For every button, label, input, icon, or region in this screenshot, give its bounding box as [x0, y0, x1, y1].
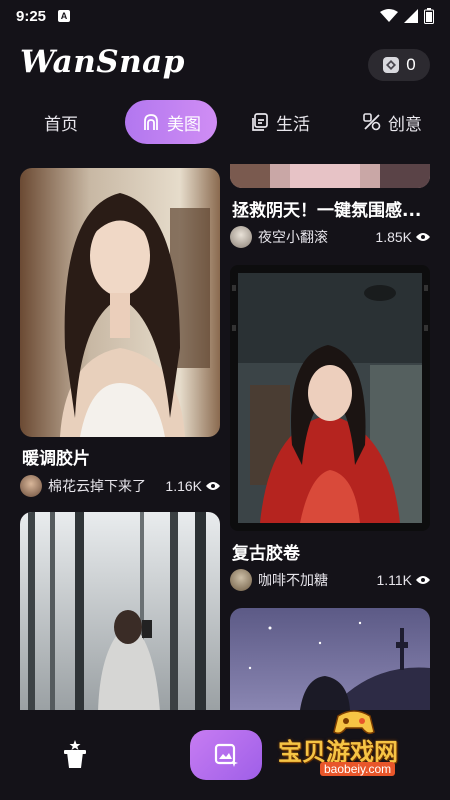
tab-life[interactable]: 生活 [250, 100, 310, 144]
night-city-photo [230, 608, 430, 710]
tab-label: 生活 [276, 114, 310, 135]
post-image-retro-film[interactable] [230, 265, 430, 531]
eye-icon [416, 233, 430, 241]
cloudy-photo [230, 164, 430, 188]
portrait-outline-icon [144, 114, 158, 130]
forest-photo [20, 512, 220, 712]
coin-balance-button[interactable]: 0 [368, 49, 430, 81]
photo-stack-icon [252, 113, 268, 131]
tab-creative[interactable]: 创意 [362, 100, 422, 144]
eye-icon [416, 576, 430, 584]
view-count: 1.11K [376, 572, 430, 588]
post-image-night-city[interactable] [230, 608, 430, 710]
notification-badge-icon: A [58, 10, 71, 22]
post-meta: 夜空小翻滚 1.85K [230, 225, 430, 249]
view-count-value: 1.85K [375, 229, 412, 245]
app-title: WanSnap [20, 44, 185, 80]
tab-label: 创意 [388, 114, 422, 135]
status-time: 9:25 [16, 7, 47, 25]
battery-icon [424, 8, 434, 24]
category-tabs: 首页 美图 生活 创意 [0, 100, 450, 144]
post-image-warm-film[interactable] [20, 168, 220, 437]
post-image-forest[interactable] [20, 512, 220, 712]
coin-icon [383, 57, 400, 73]
avatar[interactable] [230, 226, 252, 248]
create-button[interactable] [190, 730, 262, 780]
wifi-icon [380, 9, 398, 22]
post-title[interactable]: 复古胶卷 [232, 539, 300, 564]
status-icons [380, 8, 434, 24]
post-meta: 棉花云掉下来了 1.16K [20, 474, 220, 498]
author-name[interactable]: 咖啡不加糖 [258, 570, 328, 590]
magic-hat-icon [64, 740, 86, 768]
view-count: 1.16K [165, 478, 220, 494]
tab-home[interactable]: 首页 [44, 100, 78, 144]
post-title[interactable]: 拯救阴天！一键氛围感... [232, 196, 421, 221]
coin-count: 0 [406, 55, 416, 74]
creative-tools-icon [363, 113, 381, 131]
view-count: 1.85K [375, 229, 430, 245]
post-title[interactable]: 暖调胶片 [22, 444, 90, 469]
eye-icon [206, 482, 220, 490]
watermark: 宝贝游戏网 baobeiy.com [272, 706, 442, 786]
status-bar: 9:25 A [0, 0, 450, 32]
avatar[interactable] [230, 569, 252, 591]
portrait-photo [20, 168, 220, 437]
post-image-cloudy[interactable] [230, 164, 430, 188]
avatar[interactable] [20, 475, 42, 497]
watermark-url: baobeiy.com [320, 762, 396, 776]
image-edit-icon [214, 743, 238, 767]
tab-beauty[interactable]: 美图 [125, 100, 217, 144]
signal-icon [404, 9, 418, 23]
nav-magic-button[interactable] [58, 738, 92, 772]
post-meta: 咖啡不加糖 1.11K [230, 568, 430, 592]
author-name[interactable]: 夜空小翻滚 [258, 227, 328, 247]
tab-label: 首页 [44, 114, 78, 135]
author-name[interactable]: 棉花云掉下来了 [48, 476, 146, 496]
tab-label: 美图 [167, 114, 201, 135]
film-frame-photo [230, 265, 430, 531]
view-count-value: 1.16K [165, 478, 202, 494]
view-count-value: 1.11K [376, 572, 412, 588]
